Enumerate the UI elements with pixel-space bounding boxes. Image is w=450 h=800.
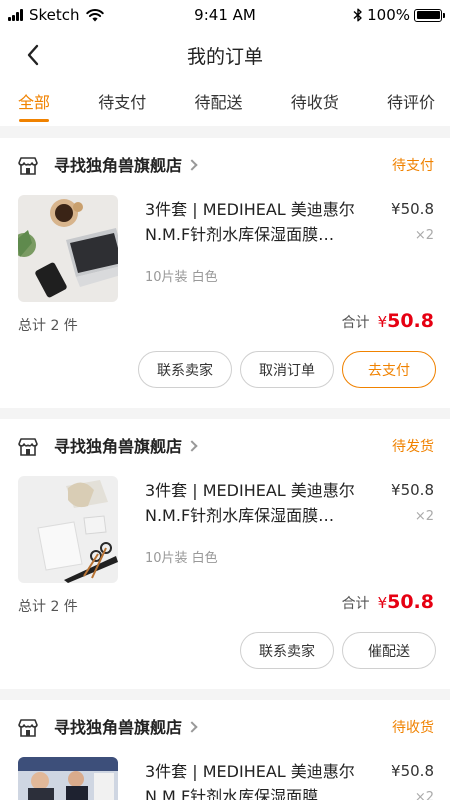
shop-name[interactable]: 寻找独角兽旗舰店: [54, 154, 198, 178]
total-currency: ¥: [377, 594, 388, 612]
battery-percent: 100%: [367, 6, 410, 24]
tab-pending-delivery[interactable]: 待配送: [194, 80, 242, 126]
shop-name[interactable]: 寻找独角兽旗舰店: [54, 435, 198, 459]
product-quantity: ×2: [414, 228, 434, 243]
page-title: 我的订单: [186, 46, 263, 68]
chevron-right-icon: [186, 159, 198, 171]
product-quantity: ×2: [414, 790, 434, 800]
battery-icon: [414, 8, 445, 22]
product-image[interactable]: [18, 476, 118, 583]
tab-pending-review[interactable]: 待评价: [387, 80, 435, 126]
contact-seller-button[interactable]: 联系卖家: [138, 351, 232, 388]
product-title[interactable]: 3件套 | MEDIHEAL 美迪惠尔N.M.F针剂水库保湿面膜…: [145, 759, 375, 800]
shop-row: 寻找独角兽旗舰店 待收货: [18, 716, 434, 740]
product-price: ¥50.8: [391, 200, 434, 218]
contact-seller-button[interactable]: 联系卖家: [240, 632, 334, 669]
product-title[interactable]: 3件套 | MEDIHEAL 美迪惠尔N.M.F针剂水库保湿面膜…: [145, 197, 375, 247]
order-total: 合计 ¥ 50.8: [342, 591, 434, 613]
order-total: 合计 ¥ 50.8: [342, 310, 434, 332]
cancel-order-button[interactable]: 取消订单: [240, 351, 334, 388]
order-card: 寻找独角兽旗舰店 待收货 3件套 | MEDIHEAL 美迪惠尔N.M.F针剂水…: [0, 700, 450, 800]
tab-pending-receipt[interactable]: 待收货: [291, 80, 339, 126]
total-amount: 50.8: [387, 591, 434, 613]
order-status: 待支付: [392, 158, 434, 174]
product-spec: 10片装 白色: [145, 551, 218, 566]
product-title[interactable]: 3件套 | MEDIHEAL 美迪惠尔N.M.F针剂水库保湿面膜…: [145, 478, 375, 528]
shop-icon: [18, 157, 38, 175]
tab-pending-payment[interactable]: 待支付: [98, 80, 146, 126]
bluetooth-icon: [353, 8, 362, 22]
total-label: 合计: [341, 315, 370, 331]
product-quantity: ×2: [414, 509, 434, 524]
total-currency: ¥: [377, 313, 388, 331]
order-card: 寻找独角兽旗舰店 待发货 3件套 | MEDIHEAL 美迪惠尔N.M.F针剂水…: [0, 419, 450, 689]
item-count: 总计 2 件: [18, 599, 78, 615]
order-actions: 联系卖家 取消订单 去支付: [130, 351, 436, 388]
shop-icon: [18, 438, 38, 456]
total-label: 合计: [341, 596, 370, 612]
status-bar: Sketch 9:41 AM 100%: [0, 0, 450, 30]
chevron-right-icon: [186, 440, 198, 452]
order-status: 待发货: [392, 439, 434, 455]
order-status: 待收货: [392, 720, 434, 736]
shop-row: 寻找独角兽旗舰店 待支付: [18, 154, 434, 178]
tab-all[interactable]: 全部: [18, 80, 50, 126]
shop-row: 寻找独角兽旗舰店 待发货: [18, 435, 434, 459]
item-count: 总计 2 件: [18, 318, 78, 334]
product-price: ¥50.8: [391, 481, 434, 499]
product-price: ¥50.8: [391, 762, 434, 780]
status-right: 100%: [353, 6, 445, 24]
product-spec: 10片装 白色: [145, 270, 218, 285]
product-image[interactable]: [18, 195, 118, 302]
shop-icon: [18, 719, 38, 737]
urge-delivery-button[interactable]: 催配送: [342, 632, 436, 669]
product-image[interactable]: [18, 757, 118, 800]
order-tabs: 全部 待支付 待配送 待收货 待评价: [0, 80, 450, 126]
nav-bar: 我的订单: [0, 30, 450, 80]
chevron-right-icon: [186, 721, 198, 733]
total-amount: 50.8: [387, 310, 434, 332]
order-card: 寻找独角兽旗舰店 待支付 3件套 | MEDIHEAL 美迪惠尔N.M.F针剂水…: [0, 138, 450, 408]
shop-name[interactable]: 寻找独角兽旗舰店: [54, 716, 198, 740]
pay-button[interactable]: 去支付: [342, 351, 436, 388]
order-actions: 联系卖家 催配送: [232, 632, 436, 669]
